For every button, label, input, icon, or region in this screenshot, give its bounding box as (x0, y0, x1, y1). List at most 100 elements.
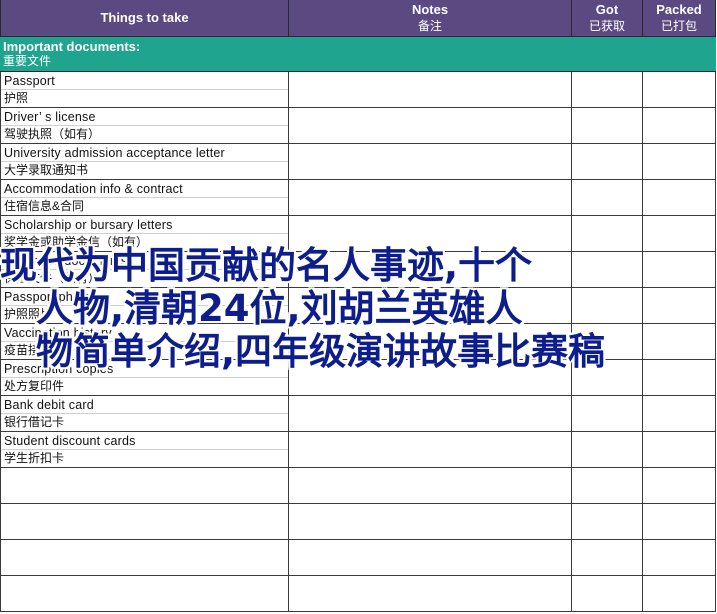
item-name-zh: 护照照片 (4, 307, 53, 321)
packed-cell[interactable] (643, 504, 716, 539)
table-row: Student discount cards 学生折扣卡 (0, 432, 716, 468)
packed-cell[interactable] (643, 396, 716, 431)
notes-cell[interactable] (289, 576, 572, 611)
item-name: University admission acceptance letter (4, 146, 225, 160)
table-row: Bank debit card 银行借记卡 (0, 396, 716, 432)
notes-cell[interactable] (289, 360, 572, 395)
got-cell[interactable] (572, 144, 643, 179)
item-cell (0, 468, 289, 503)
packed-cell[interactable] (643, 216, 716, 251)
header-packed-label-zh: 已打包 (660, 19, 697, 33)
notes-cell[interactable] (289, 108, 572, 143)
item-cell (0, 576, 289, 611)
table-row (0, 504, 716, 540)
item-name-zh: 处方复印件 (4, 379, 65, 393)
notes-cell[interactable] (289, 432, 572, 467)
packed-cell[interactable] (643, 468, 716, 503)
item-name: Driver’ s license (4, 110, 96, 124)
notes-cell[interactable] (289, 288, 572, 323)
item-name: Student discount cards (4, 434, 136, 448)
item-cell: Passport 护照 (0, 72, 289, 107)
section-important-documents: Important documents: 重要文件 (0, 36, 716, 72)
got-cell[interactable] (572, 180, 643, 215)
table-row: Passport 护照 (0, 72, 716, 108)
table-row: Prescription copies 处方复印件 (0, 360, 716, 396)
table-row: Vaccination history 疫苗接种史 (0, 324, 716, 360)
packed-cell[interactable] (643, 252, 716, 287)
packed-cell[interactable] (643, 108, 716, 143)
header-got: Got 已获取 (572, 0, 643, 36)
header-notes-label-zh: 备注 (417, 19, 442, 33)
notes-cell[interactable] (289, 252, 572, 287)
header-notes-label: Notes (411, 2, 449, 17)
item-name-zh: 保险文件（如有） (4, 271, 101, 285)
header-packed-label: Packed (656, 2, 702, 17)
item-cell: University admission acceptance letter 大学… (0, 144, 289, 179)
notes-cell[interactable] (289, 180, 572, 215)
table-row (0, 540, 716, 576)
item-cell (0, 540, 289, 575)
header-packed: Packed 已打包 (643, 0, 716, 36)
notes-cell[interactable] (289, 216, 572, 251)
item-cell: Student discount cards 学生折扣卡 (0, 432, 289, 467)
packed-cell[interactable] (643, 324, 716, 359)
table-row: University admission acceptance letter 大学… (0, 144, 716, 180)
header-got-label: Got (595, 2, 619, 17)
notes-cell[interactable] (289, 540, 572, 575)
item-name: Scholarship or bursary letters (4, 218, 173, 232)
table-row: Driver’ s license 驾驶执照（如有） (0, 108, 716, 144)
packed-cell[interactable] (643, 72, 716, 107)
header-notes: Notes 备注 (289, 0, 572, 36)
packed-cell[interactable] (643, 180, 716, 215)
table-row: Insurance documents 保险文件（如有） (0, 252, 716, 288)
item-cell: Scholarship or bursary letters 奖学金或助学金信（如… (0, 216, 289, 251)
got-cell[interactable] (572, 396, 643, 431)
packed-cell[interactable] (643, 360, 716, 395)
notes-cell[interactable] (289, 504, 572, 539)
got-cell[interactable] (572, 576, 643, 611)
got-cell[interactable] (572, 324, 643, 359)
table-row (0, 468, 716, 504)
item-name-zh: 护照 (4, 91, 29, 105)
item-name-zh: 大学录取通知书 (4, 163, 89, 177)
row-divider (1, 89, 288, 90)
notes-cell[interactable] (289, 324, 572, 359)
got-cell[interactable] (572, 360, 643, 395)
got-cell[interactable] (572, 468, 643, 503)
got-cell[interactable] (572, 72, 643, 107)
header-got-label-zh: 已获取 (588, 19, 625, 33)
notes-cell[interactable] (289, 144, 572, 179)
got-cell[interactable] (572, 108, 643, 143)
item-cell (0, 504, 289, 539)
got-cell[interactable] (572, 504, 643, 539)
item-name: Accommodation info & contract (4, 182, 183, 196)
packed-cell[interactable] (643, 576, 716, 611)
section-title-zh: 重要文件 (3, 54, 52, 68)
got-cell[interactable] (572, 288, 643, 323)
item-cell: Accommodation info & contract 住宿信息&合同 (0, 180, 289, 215)
item-name-zh: 学生折扣卡 (4, 451, 65, 465)
notes-cell[interactable] (289, 72, 572, 107)
packed-cell[interactable] (643, 288, 716, 323)
packed-cell[interactable] (643, 432, 716, 467)
item-cell: Insurance documents 保险文件（如有） (0, 252, 289, 287)
notes-cell[interactable] (289, 396, 572, 431)
item-cell: Driver’ s license 驾驶执照（如有） (0, 108, 289, 143)
item-name: Passport (4, 74, 55, 88)
item-name: Vaccination history (4, 326, 112, 340)
item-cell: Vaccination history 疫苗接种史 (0, 324, 289, 359)
packing-checklist-sheet: Things to take Notes 备注 Got 已获取 Packed 已… (0, 0, 716, 614)
table-row: Scholarship or bursary letters 奖学金或助学金信（如… (0, 216, 716, 252)
packed-cell[interactable] (643, 144, 716, 179)
item-name-zh: 驾驶执照（如有） (4, 127, 101, 141)
got-cell[interactable] (572, 216, 643, 251)
notes-cell[interactable] (289, 468, 572, 503)
table-row (0, 576, 716, 612)
got-cell[interactable] (572, 540, 643, 575)
packed-cell[interactable] (643, 540, 716, 575)
item-name-zh: 住宿信息&合同 (4, 199, 85, 213)
table-row: Passport photo 护照照片 (0, 288, 716, 324)
got-cell[interactable] (572, 432, 643, 467)
got-cell[interactable] (572, 252, 643, 287)
item-name-zh: 奖学金或助学金信（如有） (4, 235, 149, 249)
